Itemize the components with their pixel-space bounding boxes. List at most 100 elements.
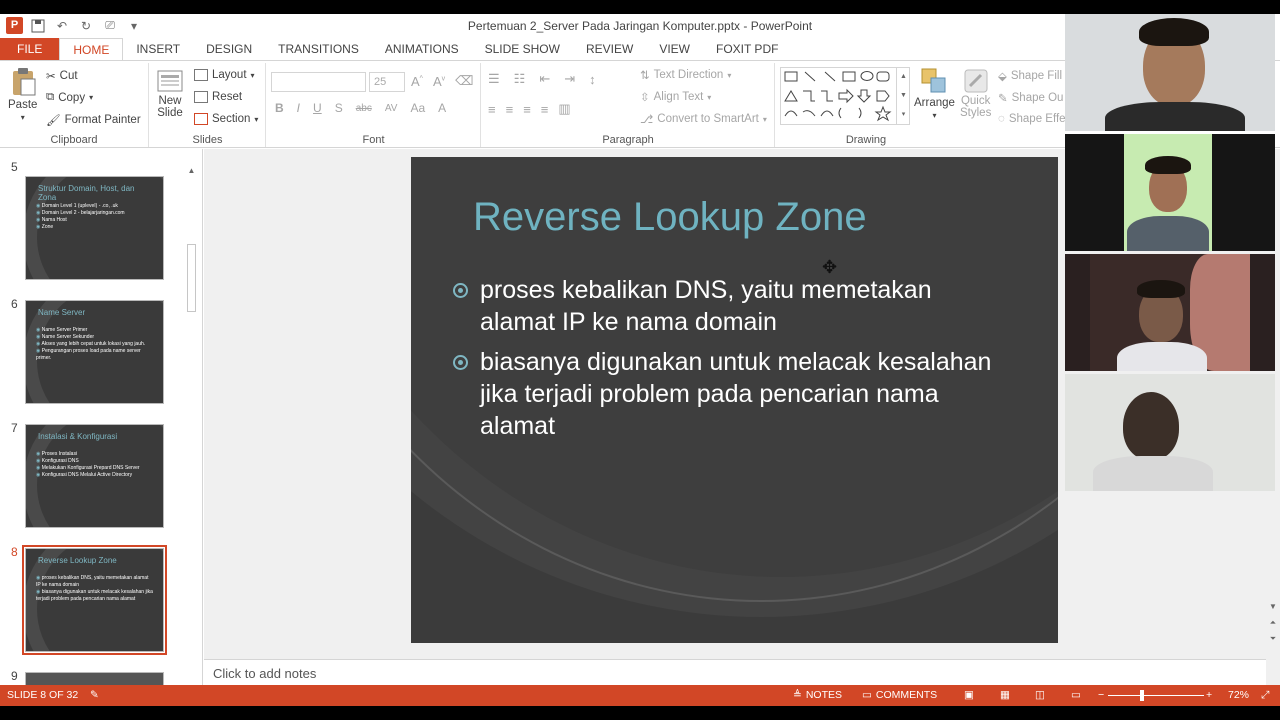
tab-design[interactable]: DESIGN [193,38,265,60]
shapes-gallery-scroll[interactable]: ▲ ▼ ▾ [896,67,910,125]
bullet-text: proses kebalikan DNS, yaitu memetakan al… [480,276,932,336]
shape-effects-button[interactable]: ◌ Shape Effe [998,113,1066,125]
copy-dropdown-icon: ▾ [89,93,94,102]
numbering-icon[interactable]: ☷ [514,71,526,87]
tab-file[interactable]: FILE [0,38,60,60]
character-spacing-icon[interactable]: AV [385,103,398,114]
format-painter-button[interactable]: 🖌 Format Painter [46,113,141,127]
tab-animations[interactable]: ANIMATIONS [372,38,472,60]
participant-video-3[interactable] [1065,254,1275,371]
change-case-icon[interactable]: Aa [410,101,425,115]
slide-thumbnail-7[interactable]: Instalasi & Konfigurasi Proses Instalasi… [25,424,164,528]
font-size-select[interactable]: 25 [369,72,405,92]
zoom-level[interactable]: 72% [1228,689,1249,701]
thumbnail-body: Domain Level 1 (upleveI) - .co, .uk Doma… [36,203,154,231]
strikethrough-icon[interactable]: abc [356,103,372,114]
scroll-up-icon[interactable]: ▲ [186,166,197,176]
reading-view-icon[interactable]: ◫ [1035,689,1045,701]
justify-icon[interactable]: ≡ [541,102,549,117]
copy-button[interactable]: ⧉ Copy ▾ [46,91,93,104]
participant-video-4[interactable] [1065,374,1275,491]
bold-icon[interactable]: B [275,101,284,115]
line-spacing-icon[interactable]: ↕ [589,72,596,87]
fit-to-window-icon[interactable]: ⤢ [1261,689,1269,702]
font-style-buttons: B I U S abc AV Aa A [275,101,446,115]
notes-pane[interactable]: Click to add notes [204,659,1266,685]
convert-smartart-button[interactable]: ⎇ Convert to SmartArt ▾ [640,112,767,126]
tab-transitions[interactable]: TRANSITIONS [265,38,372,60]
new-slide-button[interactable]: New Slide [156,67,184,119]
bullets-icon[interactable]: ☰ [488,71,500,87]
thumbnail-number: 6 [11,297,18,311]
slide-sorter-view-icon[interactable]: ▦ [1000,689,1010,701]
participant-hair [1137,280,1185,298]
columns-icon[interactable]: ▥ [558,101,570,117]
slide-thumbnail-9[interactable] [25,672,164,685]
grow-font-icon[interactable]: A^ [411,74,423,89]
tab-slide-show[interactable]: SLIDE SHOW [472,38,573,60]
thumbnail-title: Instalasi & Konfigurasi [38,432,118,441]
cut-button[interactable]: ✂ Cut [46,69,78,83]
format-painter-label: Format Painter [64,114,141,126]
shadow-icon[interactable]: S [335,101,343,115]
tab-view[interactable]: VIEW [646,38,703,60]
thumbnail-scrollbar[interactable]: ▲ ▼ [186,166,197,696]
tab-home[interactable]: HOME [59,38,124,60]
font-family-select[interactable] [271,72,366,92]
slide-thumbnail-8[interactable]: Reverse Lookup Zone proses kebalikan DNS… [22,545,167,655]
reset-button[interactable]: Reset [194,91,242,103]
zoom-slider[interactable] [1108,695,1204,696]
notes-toggle-button[interactable]: ≜ NOTES [793,689,842,701]
drawing-group: ▲ ▼ ▾ Arrange ▾ Quick Styles ⬙ Shape Fill ✎… [776,63,1086,147]
decrease-indent-icon[interactable]: ⇤ [539,71,550,87]
align-left-icon[interactable]: ≡ [488,102,496,117]
current-slide[interactable]: Reverse Lookup Zone proses kebalikan DNS… [411,157,1058,643]
shape-fill-button[interactable]: ⬙ Shape Fill [998,69,1062,83]
align-right-icon[interactable]: ≡ [523,102,531,117]
normal-view-icon[interactable]: ▣ [964,689,974,701]
paint-bucket-icon: ⬙ [998,71,1007,83]
font-color-icon[interactable]: A [438,101,446,115]
thumbnail-body: proses kebalikan DNS, yaitu memetakan al… [36,575,154,603]
thumbnail-title: Struktur Domain, Host, dan Zona [38,184,135,202]
font-group-label: Font [362,134,385,146]
shrink-font-icon[interactable]: Av [433,74,445,89]
tab-insert[interactable]: INSERT [123,38,193,60]
tab-foxit-pdf[interactable]: FOXIT PDF [703,38,791,60]
paste-button[interactable]: Paste ▾ [8,67,37,122]
scrollbar-thumb[interactable] [187,244,196,312]
participant-video-2[interactable] [1065,134,1275,251]
next-slide-icon[interactable]: ⏷ [1268,634,1278,644]
clear-formatting-icon[interactable]: ⌫ [455,73,473,89]
slide-thumbnail-6[interactable]: Name Server Name Server Primer Name Serv… [25,300,164,404]
spelling-icon[interactable]: ✎ [90,689,99,701]
zoom-slider-thumb[interactable] [1140,690,1144,701]
zoom-in-icon[interactable]: + [1206,689,1212,701]
slide-thumbnail-5[interactable]: Struktur Domain, Host, dan Zona Domain L… [25,176,164,280]
text-direction-label: Text Direction [653,69,724,81]
participant-video-1[interactable] [1065,14,1275,131]
underline-icon[interactable]: U [313,101,322,115]
comments-toggle-button[interactable]: ▭ COMMENTS [862,689,937,701]
align-text-button[interactable]: ⇳ Align Text ▾ [640,90,711,104]
paste-dropdown-icon: ▾ [20,113,25,122]
scroll-down-icon[interactable]: ▼ [1268,602,1278,612]
slide-content[interactable]: proses kebalikan DNS, yaitu memetakan al… [453,274,1013,450]
slide-title[interactable]: Reverse Lookup Zone [473,195,867,240]
quick-styles-button[interactable]: Quick Styles [960,67,991,119]
text-direction-button[interactable]: ⇅ Text Direction ▾ [640,68,731,82]
section-button[interactable]: Section ▾ [194,113,258,125]
previous-slide-icon[interactable]: ⏶ [1268,618,1278,628]
tab-review[interactable]: REVIEW [573,38,646,60]
arrange-button[interactable]: Arrange ▾ [914,67,955,120]
participant-shirt [1093,456,1213,491]
zoom-out-icon[interactable]: − [1098,689,1104,701]
align-center-icon[interactable]: ≡ [506,102,514,117]
shapes-gallery[interactable] [780,67,910,125]
layout-button[interactable]: Layout ▾ [194,69,255,81]
shape-outline-button[interactable]: ✎ Shape Ou [998,91,1063,105]
section-icon [194,113,208,125]
increase-indent-icon[interactable]: ⇥ [564,71,575,87]
italic-icon[interactable]: I [297,101,300,115]
slide-show-view-icon[interactable]: ▭ [1071,689,1081,701]
